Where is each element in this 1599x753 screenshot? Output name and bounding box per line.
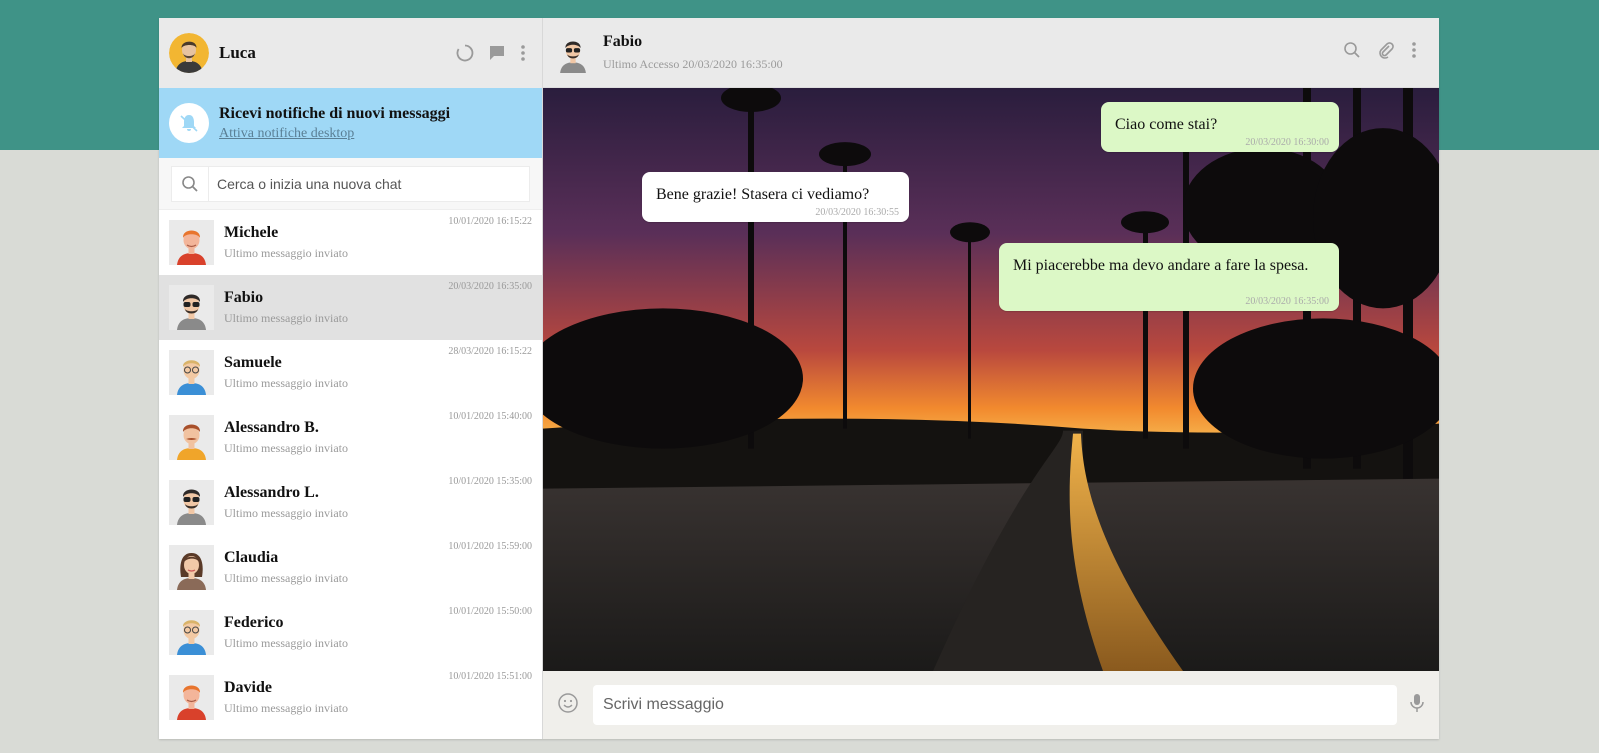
chat-item-samuele[interactable]: Samuele Ultimo messaggio inviato 28/03/2… xyxy=(159,340,542,405)
message-composer xyxy=(543,671,1439,739)
chat-item-davide[interactable]: Davide Ultimo messaggio inviato 10/01/20… xyxy=(159,665,542,730)
enable-notifications-link[interactable]: Attiva notifiche desktop xyxy=(219,126,450,142)
message-text: Mi piacerebbe ma devo andare a fare la s… xyxy=(1013,257,1309,274)
chat-item-claudia[interactable]: Claudia Ultimo messaggio inviato 10/01/2… xyxy=(159,535,542,600)
paperclip-icon[interactable] xyxy=(1377,41,1395,64)
last-message: Ultimo messaggio inviato xyxy=(224,701,348,715)
user-avatar[interactable] xyxy=(169,33,209,73)
chat-timestamp: 10/01/2020 15:51:00 xyxy=(448,671,532,682)
contact-name: Alessandro L. xyxy=(224,484,319,501)
user-name: Luca xyxy=(219,43,256,62)
search-icon xyxy=(172,166,209,201)
vertical-dots-icon[interactable] xyxy=(1411,41,1417,64)
last-message: Ultimo messaggio inviato xyxy=(224,571,348,585)
chat-timestamp: 10/01/2020 15:50:00 xyxy=(448,606,532,617)
chat-item-michele[interactable]: Michele Ultimo messaggio inviato 10/01/2… xyxy=(159,210,542,275)
message-timestamp: 20/03/2020 16:30:00 xyxy=(1245,137,1329,148)
last-message: Ultimo messaggio inviato xyxy=(224,311,348,325)
last-message: Ultimo messaggio inviato xyxy=(224,441,348,455)
contact-name: Davide xyxy=(224,679,272,696)
chat-item-federico[interactable]: Federico Ultimo messaggio inviato 10/01/… xyxy=(159,600,542,665)
app-window: Luca Ricevi notifiche di nuovi messaggi … xyxy=(159,18,1439,739)
chat-list: Michele Ultimo messaggio inviato 10/01/2… xyxy=(159,210,542,739)
status-circle-icon[interactable] xyxy=(456,44,474,62)
avatar xyxy=(169,545,214,590)
last-message: Ultimo messaggio inviato xyxy=(224,376,348,390)
message-text: Ciao come stai? xyxy=(1115,116,1218,133)
chat-item-alessandro-b[interactable]: Alessandro B. Ultimo messaggio inviato 1… xyxy=(159,405,542,470)
chat-timestamp: 10/01/2020 15:59:00 xyxy=(448,541,532,552)
avatar xyxy=(169,415,214,460)
conversation-panel: Fabio Ultimo Accesso 20/03/2020 16:35:00 xyxy=(543,18,1439,739)
contact-name: Michele xyxy=(224,224,279,241)
last-message: Ultimo messaggio inviato xyxy=(224,636,348,650)
contact-name: Claudia xyxy=(224,549,279,566)
chat-timestamp: 20/03/2020 16:35:00 xyxy=(448,281,532,292)
avatar xyxy=(169,675,214,720)
last-message: Ultimo messaggio inviato xyxy=(224,506,348,520)
messages-area: Ciao come stai? 20/03/2020 16:30:00 Bene… xyxy=(543,88,1439,671)
avatar[interactable] xyxy=(553,32,593,73)
microphone-icon[interactable] xyxy=(1409,692,1425,719)
contact-name: Alessandro B. xyxy=(224,419,319,436)
message-timestamp: 20/03/2020 16:30:55 xyxy=(815,207,899,218)
avatar xyxy=(169,350,214,395)
chat-timestamp: 10/01/2020 15:40:00 xyxy=(448,411,532,422)
chat-item-alessandro-l[interactable]: Alessandro L. Ultimo messaggio inviato 1… xyxy=(159,470,542,535)
notification-banner: Ricevi notifiche di nuovi messaggi Attiv… xyxy=(159,88,542,158)
chat-timestamp: 10/01/2020 16:15:22 xyxy=(448,216,532,227)
search-input[interactable] xyxy=(209,168,529,199)
last-message: Ultimo messaggio inviato xyxy=(224,246,348,260)
avatar xyxy=(169,220,214,265)
smiley-icon[interactable] xyxy=(557,692,579,719)
message-bubble-sent: Mi piacerebbe ma devo andare a fare la s… xyxy=(999,243,1339,311)
vertical-dots-icon[interactable] xyxy=(520,44,526,62)
message-timestamp: 20/03/2020 16:35:00 xyxy=(1245,296,1329,307)
chat-timestamp: 10/01/2020 15:35:00 xyxy=(448,476,532,487)
sidebar-header: Luca xyxy=(159,18,542,88)
bell-off-icon xyxy=(169,103,209,143)
avatar xyxy=(169,610,214,655)
message-bubble-sent: Ciao come stai? 20/03/2020 16:30:00 xyxy=(1101,102,1339,152)
contact-name: Federico xyxy=(224,614,284,631)
conversation-header: Fabio Ultimo Accesso 20/03/2020 16:35:00 xyxy=(543,18,1439,88)
message-input[interactable] xyxy=(593,685,1397,725)
sidebar: Luca Ricevi notifiche di nuovi messaggi … xyxy=(159,18,543,739)
notification-title: Ricevi notifiche di nuovi messaggi xyxy=(219,104,451,122)
chat-timestamp: 28/03/2020 16:15:22 xyxy=(448,346,532,357)
chat-bubble-icon[interactable] xyxy=(488,44,506,62)
conversation-contact-name: Fabio xyxy=(603,33,643,50)
contact-name: Samuele xyxy=(224,354,282,371)
avatar xyxy=(169,480,214,525)
chat-item-fabio[interactable]: Fabio Ultimo messaggio inviato 20/03/202… xyxy=(159,275,542,340)
search-icon[interactable] xyxy=(1343,41,1361,64)
last-seen: Ultimo Accesso 20/03/2020 16:35:00 xyxy=(603,57,783,71)
message-bubble-received: Bene grazie! Stasera ci vediamo? 20/03/2… xyxy=(642,172,909,222)
message-text: Bene grazie! Stasera ci vediamo? xyxy=(656,186,870,203)
contact-name: Fabio xyxy=(224,289,264,306)
search-bar xyxy=(159,158,542,210)
avatar xyxy=(169,285,214,330)
